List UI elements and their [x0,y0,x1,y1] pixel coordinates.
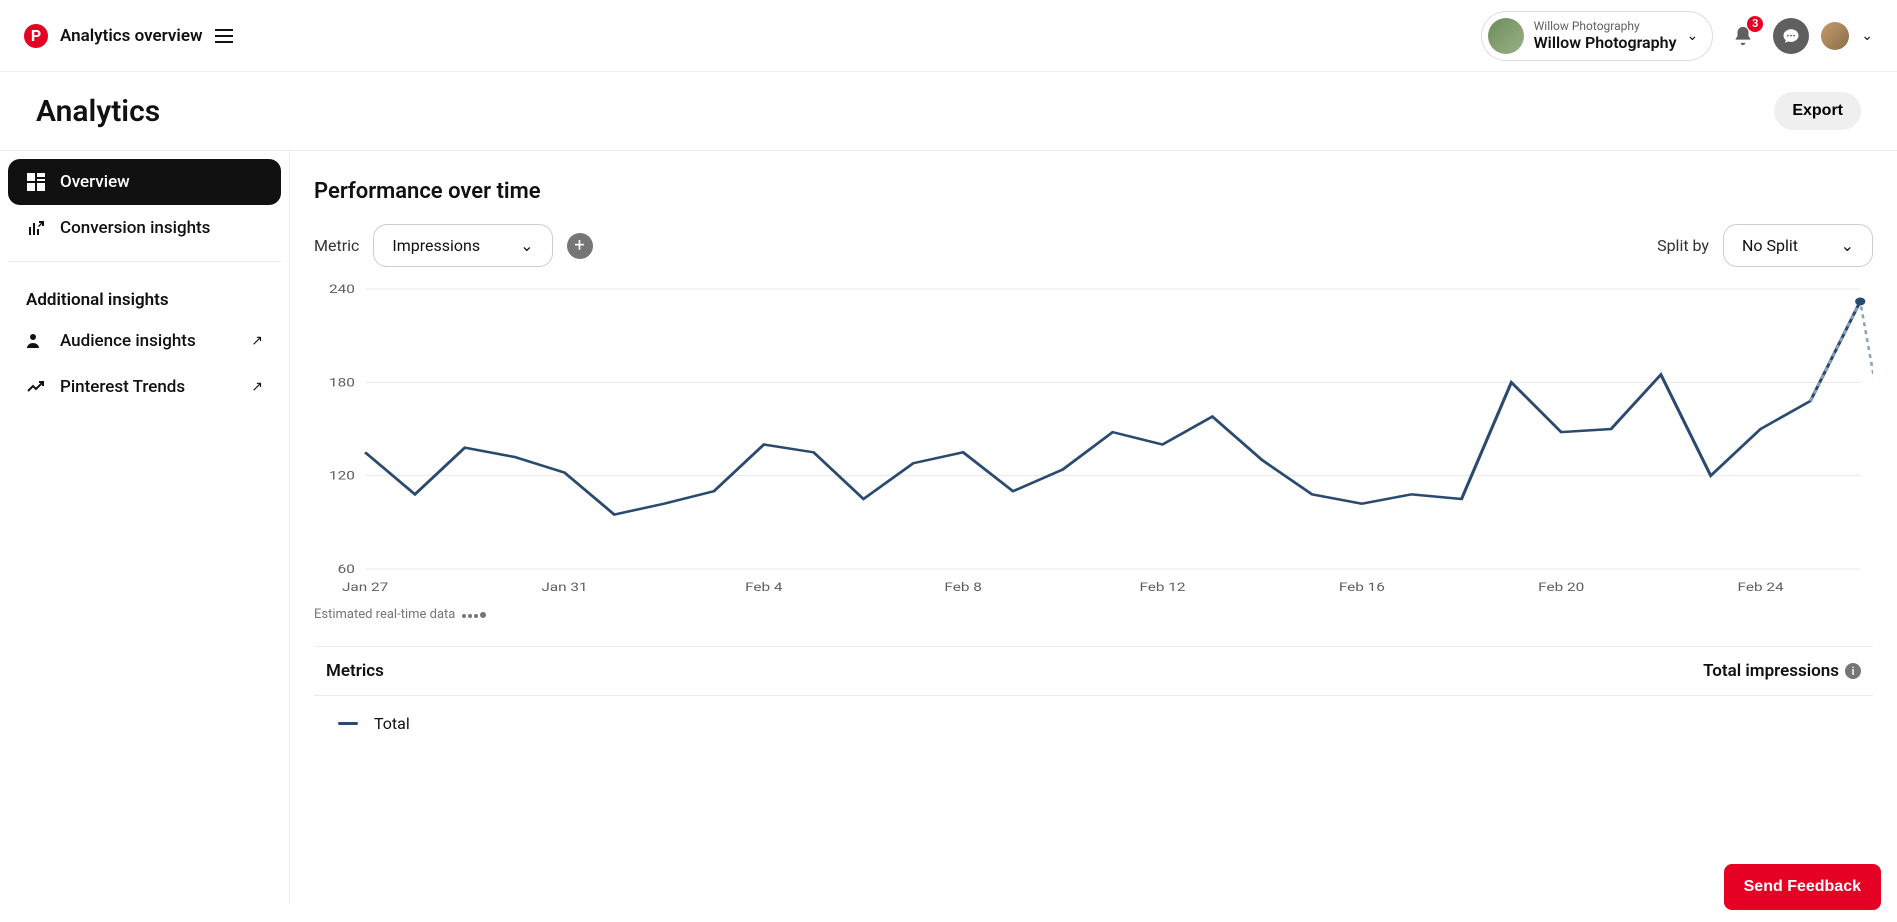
content: Performance over time Metric Impressions… [290,151,1897,903]
split-label: Split by [1657,236,1709,255]
trends-icon [26,377,46,397]
main: Overview Conversion insights Additional … [0,151,1897,903]
sidebar-item-label: Audience insights [60,331,196,351]
user-avatar[interactable] [1821,22,1849,50]
sidebar-item-label: Pinterest Trends [60,377,185,397]
metric-dropdown-value: Impressions [392,236,480,255]
account-name: Willow Photography [1534,33,1677,52]
page-title: Analytics [36,94,160,129]
sidebar-item-overview[interactable]: Overview [8,159,281,205]
chevron-down-icon: ⌄ [1841,236,1854,255]
svg-text:Feb 24: Feb 24 [1738,581,1784,595]
performance-heading: Performance over time [314,179,1873,204]
menu-icon[interactable] [215,29,233,43]
realtime-label: Estimated real-time data [314,607,1873,622]
chevron-down-icon: ⌄ [1687,28,1699,44]
messages-button[interactable] [1773,18,1809,54]
chevron-down-icon: ⌄ [520,236,533,255]
total-impressions-heading: Total impressions i [1703,661,1861,681]
sidebar-item-label: Overview [60,172,130,192]
svg-text:180: 180 [329,376,355,390]
divider [8,261,281,262]
topbar-left: P Analytics overview [24,24,233,48]
notification-badge: 3 [1747,16,1763,32]
total-impressions-label: Total impressions [1703,661,1839,681]
split-dropdown[interactable]: No Split ⌄ [1723,224,1873,267]
controls-right: Split by No Split ⌄ [1657,224,1873,267]
conversion-icon [26,218,46,238]
metric-dropdown[interactable]: Impressions ⌄ [373,224,552,267]
svg-text:Feb 16: Feb 16 [1339,581,1385,595]
account-text: Willow Photography Willow Photography [1534,19,1677,53]
chart-container: 60 120 180 240 Jan 27 Jan 31 Feb 4 Feb 8 Feb 12 F… [314,279,1873,599]
header: Analytics Export [0,72,1897,151]
dotted-indicator-icon [461,607,487,622]
line-chart[interactable]: 60 120 180 240 Jan 27 Jan 31 Feb 4 Feb 8 Feb 12 F… [314,279,1873,599]
account-avatar [1488,18,1524,54]
send-feedback-button[interactable]: Send Feedback [1724,864,1881,910]
svg-text:Feb 20: Feb 20 [1538,581,1584,595]
sidebar-item-label: Conversion insights [60,218,210,238]
sidebar-item-trends[interactable]: Pinterest Trends ↗ [8,364,281,410]
account-switcher[interactable]: Willow Photography Willow Photography ⌄ [1481,11,1714,61]
account-subtitle: Willow Photography [1534,19,1677,33]
controls-left: Metric Impressions ⌄ + [314,224,593,267]
user-menu-chevron-icon[interactable]: ⌄ [1861,28,1873,44]
add-metric-button[interactable]: + [567,233,593,259]
svg-text:60: 60 [338,563,355,577]
metrics-heading: Metrics [326,661,384,681]
page-context-title: Analytics overview [60,26,203,46]
audience-icon [26,331,46,351]
chart-controls: Metric Impressions ⌄ + Split by No Split… [314,224,1873,267]
legend-row-total: Total [314,696,1873,751]
legend-swatch [338,722,358,725]
pinterest-logo-icon[interactable]: P [24,24,48,48]
export-button[interactable]: Export [1774,92,1861,130]
svg-text:Jan 31: Jan 31 [541,581,587,595]
metric-label: Metric [314,236,359,255]
svg-text:Feb 8: Feb 8 [944,581,981,595]
svg-text:Feb 4: Feb 4 [745,581,783,595]
sidebar-item-conversion[interactable]: Conversion insights [8,205,281,251]
realtime-text: Estimated real-time data [314,607,455,622]
sidebar: Overview Conversion insights Additional … [0,151,290,903]
external-link-icon: ↗ [251,379,263,395]
external-link-icon: ↗ [251,333,263,349]
info-icon[interactable]: i [1845,663,1861,679]
sidebar-section-heading: Additional insights [8,272,281,318]
svg-text:240: 240 [329,283,355,297]
legend-label: Total [374,714,410,733]
topbar: P Analytics overview Willow Photography … [0,0,1897,72]
grid-icon [26,172,46,192]
svg-text:Feb 12: Feb 12 [1139,581,1185,595]
topbar-right: Willow Photography Willow Photography ⌄ … [1481,11,1873,61]
sidebar-item-audience[interactable]: Audience insights ↗ [8,318,281,364]
metrics-header-row: Metrics Total impressions i [314,646,1873,696]
split-dropdown-value: No Split [1742,236,1798,255]
svg-text:120: 120 [329,469,355,483]
svg-text:Jan 27: Jan 27 [342,581,389,595]
notifications-button[interactable]: 3 [1725,18,1761,54]
